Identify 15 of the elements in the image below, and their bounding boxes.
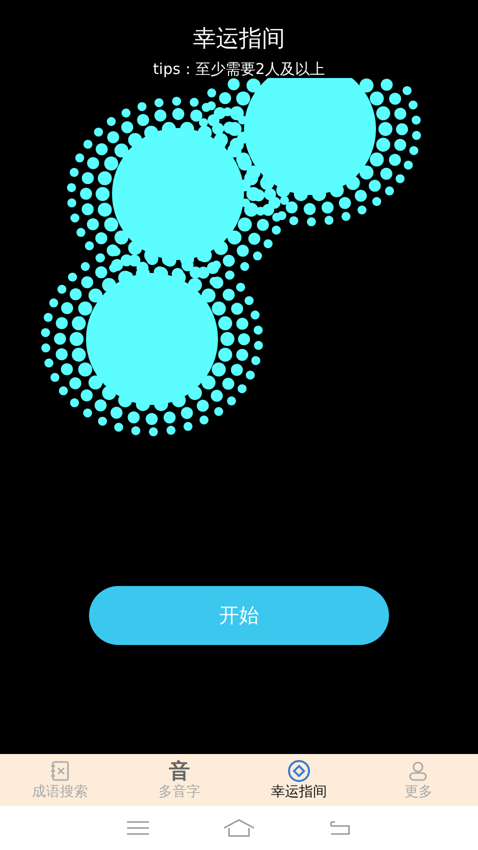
page-title: 幸运指间 (193, 26, 285, 54)
tab-label: 更多 (404, 785, 432, 801)
home-icon[interactable] (222, 818, 256, 838)
tab-label: 多音字 (158, 785, 200, 801)
target-icon (286, 759, 311, 784)
menu-icon[interactable] (125, 819, 152, 837)
tab-item[interactable]: 成语搜索 (0, 754, 120, 806)
tab-item[interactable]: 幸运指间 (239, 754, 358, 806)
tab-label: 成语搜索 (32, 785, 88, 801)
tab-item[interactable]: 更多 (358, 754, 478, 806)
tab-item[interactable]: 音 多音字 (120, 754, 239, 806)
tip-text: tips：至少需要2人及以上 (153, 60, 325, 78)
start-button[interactable]: 开始 (89, 586, 389, 645)
tab-label: 幸运指间 (270, 785, 327, 801)
tab-glyph: 音 (168, 759, 190, 784)
